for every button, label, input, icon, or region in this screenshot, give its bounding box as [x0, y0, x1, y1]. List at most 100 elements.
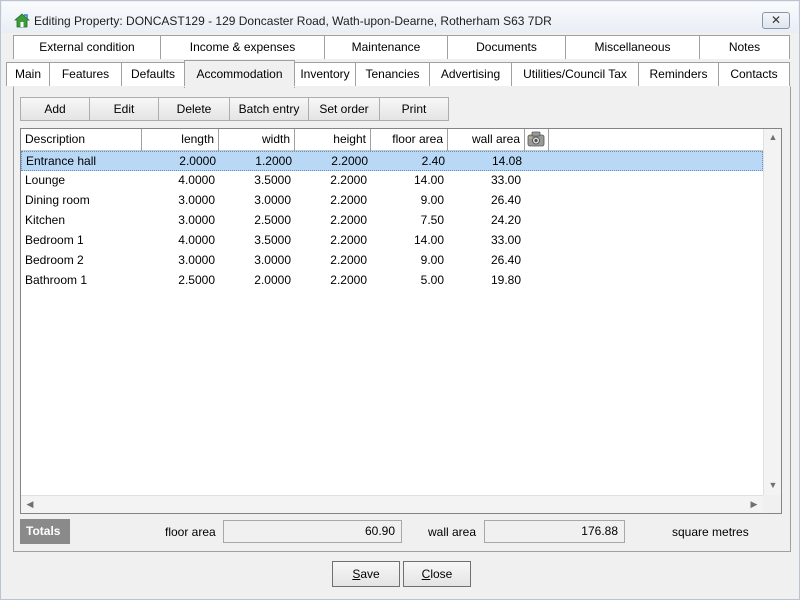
close-window-button[interactable]: ✕ [762, 12, 790, 29]
cell-wall-area: 19.80 [490, 273, 521, 287]
close-icon: ✕ [770, 13, 782, 27]
tab-advertising[interactable]: Advertising [429, 62, 512, 86]
tab-maintenance[interactable]: Maintenance [324, 35, 448, 59]
tab-reminders[interactable]: Reminders [638, 62, 719, 86]
table-row[interactable]: Lounge 4.0000 3.5000 2.2000 14.00 33.00 [21, 171, 763, 191]
scroll-right-icon[interactable]: ▶ [745, 496, 763, 513]
title-bar[interactable]: Editing Property: DONCAST129 - 129 Donca… [2, 2, 798, 33]
wall-area-label: wall area [428, 525, 477, 539]
scroll-down-icon[interactable]: ▼ [764, 477, 781, 495]
cell-length: 3.0000 [178, 193, 215, 207]
table-row[interactable]: Dining room 3.0000 3.0000 2.2000 9.00 26… [21, 191, 763, 211]
button-label: Edit [113, 102, 135, 116]
tab-label: Notes [728, 40, 761, 54]
add-button[interactable]: Add [20, 97, 90, 121]
tab-contacts[interactable]: Contacts [718, 62, 790, 86]
cell-height: 2.2000 [330, 233, 367, 247]
column-header-height[interactable]: height [295, 129, 371, 151]
floor-area-total: 60.90 [223, 520, 402, 543]
totals-badge: Totals [20, 519, 70, 544]
batch-entry-button[interactable]: Batch entry [229, 97, 309, 121]
column-header-width[interactable]: width [219, 129, 295, 151]
column-header-length[interactable]: length [142, 129, 219, 151]
cell-floor-area: 14.00 [413, 173, 444, 187]
print-button[interactable]: Print [379, 97, 449, 121]
cell-description: Entrance hall [26, 154, 97, 168]
cell-wall-area: 26.40 [490, 253, 521, 267]
tab-miscellaneous[interactable]: Miscellaneous [565, 35, 700, 59]
cell-length: 2.0000 [179, 154, 216, 168]
cell-wall-area: 33.00 [490, 173, 521, 187]
tab-label: Inventory [300, 67, 350, 81]
button-label: Add [44, 102, 66, 116]
column-header-photo[interactable] [525, 129, 549, 151]
cell-height: 2.2000 [330, 273, 367, 287]
horizontal-scrollbar[interactable]: ◀ ▶ [21, 495, 763, 513]
save-label: ave [360, 567, 380, 581]
set-order-button[interactable]: Set order [308, 97, 380, 121]
cell-height: 2.2000 [330, 193, 367, 207]
tab-utilities-council-tax[interactable]: Utilities/Council Tax [511, 62, 639, 86]
tab-label: Main [14, 67, 41, 81]
tab-main[interactable]: Main [6, 62, 50, 86]
tab-label: Documents [476, 40, 537, 54]
cell-floor-area: 9.00 [420, 193, 444, 207]
cell-wall-area: 26.40 [490, 193, 521, 207]
vertical-scrollbar[interactable]: ▲ ▼ [763, 129, 781, 495]
tab-notes[interactable]: Notes [699, 35, 790, 59]
table-row[interactable]: Bedroom 2 3.0000 3.0000 2.2000 9.00 26.4… [21, 251, 763, 271]
button-label: Batch entry [238, 102, 300, 116]
tab-label: Maintenance [351, 40, 421, 54]
cell-length: 3.0000 [178, 253, 215, 267]
cell-length: 4.0000 [178, 173, 215, 187]
cell-wall-area: 14.08 [491, 154, 522, 168]
tab-label: Tenancies [365, 67, 420, 81]
column-header-wall-area[interactable]: wall area [448, 129, 525, 151]
cell-wall-area: 24.20 [490, 213, 521, 227]
units-label: square metres [672, 525, 749, 539]
save-button[interactable]: Save [332, 561, 400, 587]
cell-wall-area: 33.00 [490, 233, 521, 247]
column-header-description[interactable]: Description [21, 129, 142, 151]
close-button[interactable]: Close [403, 561, 471, 587]
cell-floor-area: 2.40 [421, 154, 445, 168]
cell-length: 2.5000 [178, 273, 215, 287]
delete-button[interactable]: Delete [158, 97, 230, 121]
accommodation-grid[interactable]: Description length width height floor ar… [20, 128, 782, 514]
table-row[interactable]: Entrance hall 2.0000 1.2000 2.2000 2.40 … [21, 151, 763, 171]
tab-external-condition[interactable]: External condition [13, 35, 161, 59]
tab-accommodation[interactable]: Accommodation [184, 60, 295, 88]
tab-inventory[interactable]: Inventory [294, 62, 356, 86]
cell-length: 3.0000 [178, 213, 215, 227]
table-row[interactable]: Bedroom 1 4.0000 3.5000 2.2000 14.00 33.… [21, 231, 763, 251]
cell-description: Dining room [25, 193, 90, 207]
cell-floor-area: 7.50 [420, 213, 444, 227]
cell-height: 2.2000 [330, 253, 367, 267]
cell-description: Bedroom 2 [25, 253, 84, 267]
tab-features[interactable]: Features [49, 62, 122, 86]
scroll-corner [763, 495, 781, 513]
scroll-up-icon[interactable]: ▲ [764, 129, 781, 147]
house-icon [14, 13, 30, 28]
cell-description: Lounge [25, 173, 66, 187]
tab-income-expenses[interactable]: Income & expenses [160, 35, 325, 59]
column-header-floor-area[interactable]: floor area [371, 129, 448, 151]
tab-row-upper: External condition Income & expenses Mai… [13, 35, 791, 59]
tab-label: External condition [39, 40, 135, 54]
table-row[interactable]: Kitchen 3.0000 2.5000 2.2000 7.50 24.20 [21, 211, 763, 231]
cell-width: 2.5000 [254, 213, 291, 227]
tab-label: Income & expenses [189, 40, 296, 54]
tab-documents[interactable]: Documents [447, 35, 566, 59]
scroll-left-icon[interactable]: ◀ [21, 496, 39, 513]
table-row[interactable]: Bathroom 1 2.5000 2.0000 2.2000 5.00 19.… [21, 271, 763, 291]
edit-button[interactable]: Edit [89, 97, 159, 121]
cell-description: Kitchen [25, 213, 66, 227]
cell-floor-area: 9.00 [420, 253, 444, 267]
cell-width: 3.0000 [254, 253, 291, 267]
cell-width: 2.0000 [254, 273, 291, 287]
tab-label: Advertising [440, 67, 501, 81]
tab-tenancies[interactable]: Tenancies [355, 62, 430, 86]
tab-defaults[interactable]: Defaults [121, 62, 185, 86]
button-label: Print [401, 102, 427, 116]
tab-label: Defaults [130, 67, 176, 81]
